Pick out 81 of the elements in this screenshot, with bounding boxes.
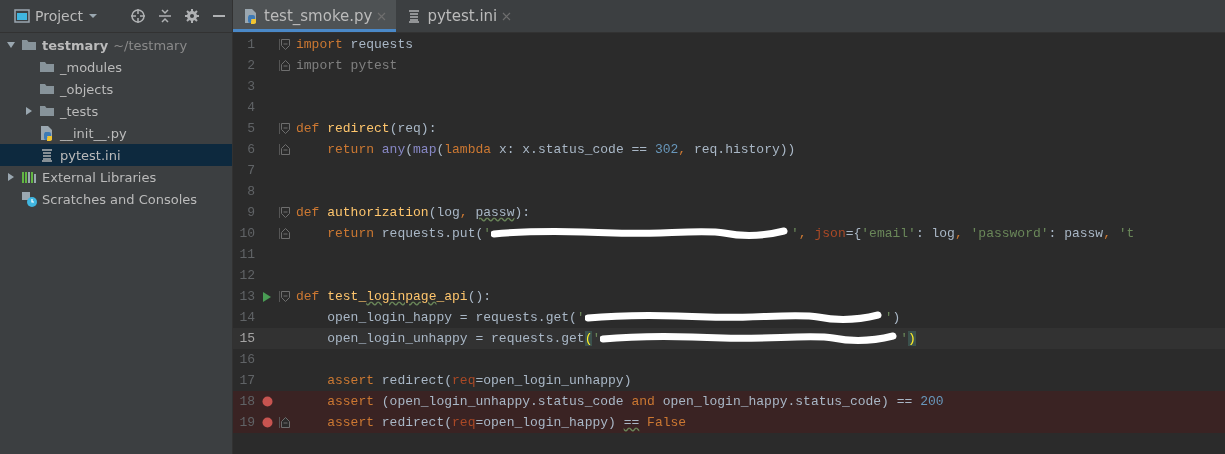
fold-icon[interactable] xyxy=(281,291,290,302)
close-icon[interactable] xyxy=(502,11,512,21)
code-line: return requests.put(' ', json={'email': log, 'password': passw, 't xyxy=(326,226,1135,241)
tree-item-label: _tests xyxy=(60,103,99,119)
fold-icon[interactable] xyxy=(281,207,290,218)
line-number: 11 xyxy=(238,247,255,262)
tree-item[interactable]: pytest.ini xyxy=(0,144,232,166)
line-number: 18 xyxy=(238,394,255,409)
code-line: import pytest xyxy=(295,58,398,73)
line-number: 3 xyxy=(246,79,255,94)
project-view-dropdown[interactable]: Project xyxy=(14,8,98,24)
caret-icon xyxy=(87,13,98,19)
library-icon xyxy=(21,169,37,185)
tree-item[interactable]: _tests xyxy=(0,100,232,122)
tree-item[interactable]: Scratches and Consoles xyxy=(0,188,232,210)
editor-tab[interactable]: pytest.ini xyxy=(396,0,522,32)
tree-item[interactable]: _objects xyxy=(0,78,232,100)
line-number: 19 xyxy=(238,415,255,430)
line-number: 4 xyxy=(246,100,255,115)
fold-end-icon[interactable] xyxy=(281,60,290,71)
line-number: 15 xyxy=(238,331,255,346)
tree-item-label: __init__.py xyxy=(60,125,127,141)
line-number: 9 xyxy=(246,205,255,220)
fold-icon[interactable] xyxy=(281,39,290,50)
fold-end-icon[interactable] xyxy=(281,417,290,428)
code-line: def test_loginpage_api(): xyxy=(295,289,492,304)
line-number: 17 xyxy=(238,373,255,388)
tree-item-label: testmary xyxy=(42,37,109,53)
scratch-clock-icon xyxy=(21,191,37,207)
code-line: open_login_unhappy = requests.get(' ') xyxy=(326,331,916,346)
code-line: def authorization(log, passw): xyxy=(295,205,531,220)
tree-item-label: Scratches and Consoles xyxy=(42,191,198,207)
tree-item[interactable]: __init__.py xyxy=(0,122,232,144)
line-number: 2 xyxy=(246,58,255,73)
fold-icon[interactable] xyxy=(281,123,290,134)
line-number: 5 xyxy=(246,121,255,136)
python-file-icon xyxy=(39,125,55,141)
folder-icon xyxy=(21,37,37,53)
tree-item[interactable]: _modules xyxy=(0,56,232,78)
line-number: 14 xyxy=(238,310,255,325)
fold-end-icon[interactable] xyxy=(281,144,290,155)
crosshair-icon[interactable] xyxy=(130,8,146,24)
code-line: assert redirect(req=open_login_happy) == False xyxy=(326,415,687,430)
tree-item-label: pytest.ini xyxy=(60,147,121,163)
tree-item[interactable]: testmary ~/testmary xyxy=(0,34,232,56)
expanded-arrow-icon[interactable] xyxy=(6,40,16,50)
tree-item[interactable]: External Libraries xyxy=(0,166,232,188)
tree-item-label: _objects xyxy=(60,81,114,97)
python-file-icon xyxy=(243,8,259,24)
folder-icon xyxy=(39,103,55,119)
window-icon xyxy=(14,9,30,23)
folder-icon xyxy=(39,59,55,75)
collapsed-arrow-icon[interactable] xyxy=(6,172,16,182)
run-icon[interactable] xyxy=(262,291,272,302)
code-line: assert redirect(req=open_login_unhappy) xyxy=(326,373,632,388)
settings-icon[interactable] xyxy=(184,8,200,24)
line-number: 13 xyxy=(238,289,255,304)
breakpoint-icon[interactable] xyxy=(261,396,273,407)
line-number: 7 xyxy=(246,163,255,178)
minimize-icon[interactable] xyxy=(212,14,226,18)
folder-icon xyxy=(39,81,55,97)
code-line: def redirect(req): xyxy=(295,121,437,136)
line-number: 8 xyxy=(246,184,255,199)
collapse-icon[interactable] xyxy=(158,8,172,24)
line-number: 12 xyxy=(238,268,255,283)
code-line: assert (open_login_unhappy.status_code and open_login_happy.status_code) == 200 xyxy=(326,394,944,409)
text-file-icon xyxy=(39,147,55,163)
line-number: 16 xyxy=(238,352,255,367)
line-number: 6 xyxy=(246,142,255,157)
tree-item-label: External Libraries xyxy=(42,169,157,185)
line-number: 1 xyxy=(246,37,255,52)
breakpoint-icon[interactable] xyxy=(261,417,273,428)
line-number: 10 xyxy=(238,226,255,241)
code-line: open_login_happy = requests.get(' ') xyxy=(326,310,901,325)
collapsed-arrow-icon[interactable] xyxy=(24,106,34,116)
path-hint: ~/testmary xyxy=(113,37,188,53)
fold-end-icon[interactable] xyxy=(281,228,290,239)
tree-item-label: _modules xyxy=(60,59,122,75)
code-line: import requests xyxy=(295,37,414,52)
code-line: return any(map(lambda x: x.status_code == 302, req.history)) xyxy=(326,142,796,157)
editor-tab[interactable]: test_smoke.py xyxy=(233,0,397,32)
